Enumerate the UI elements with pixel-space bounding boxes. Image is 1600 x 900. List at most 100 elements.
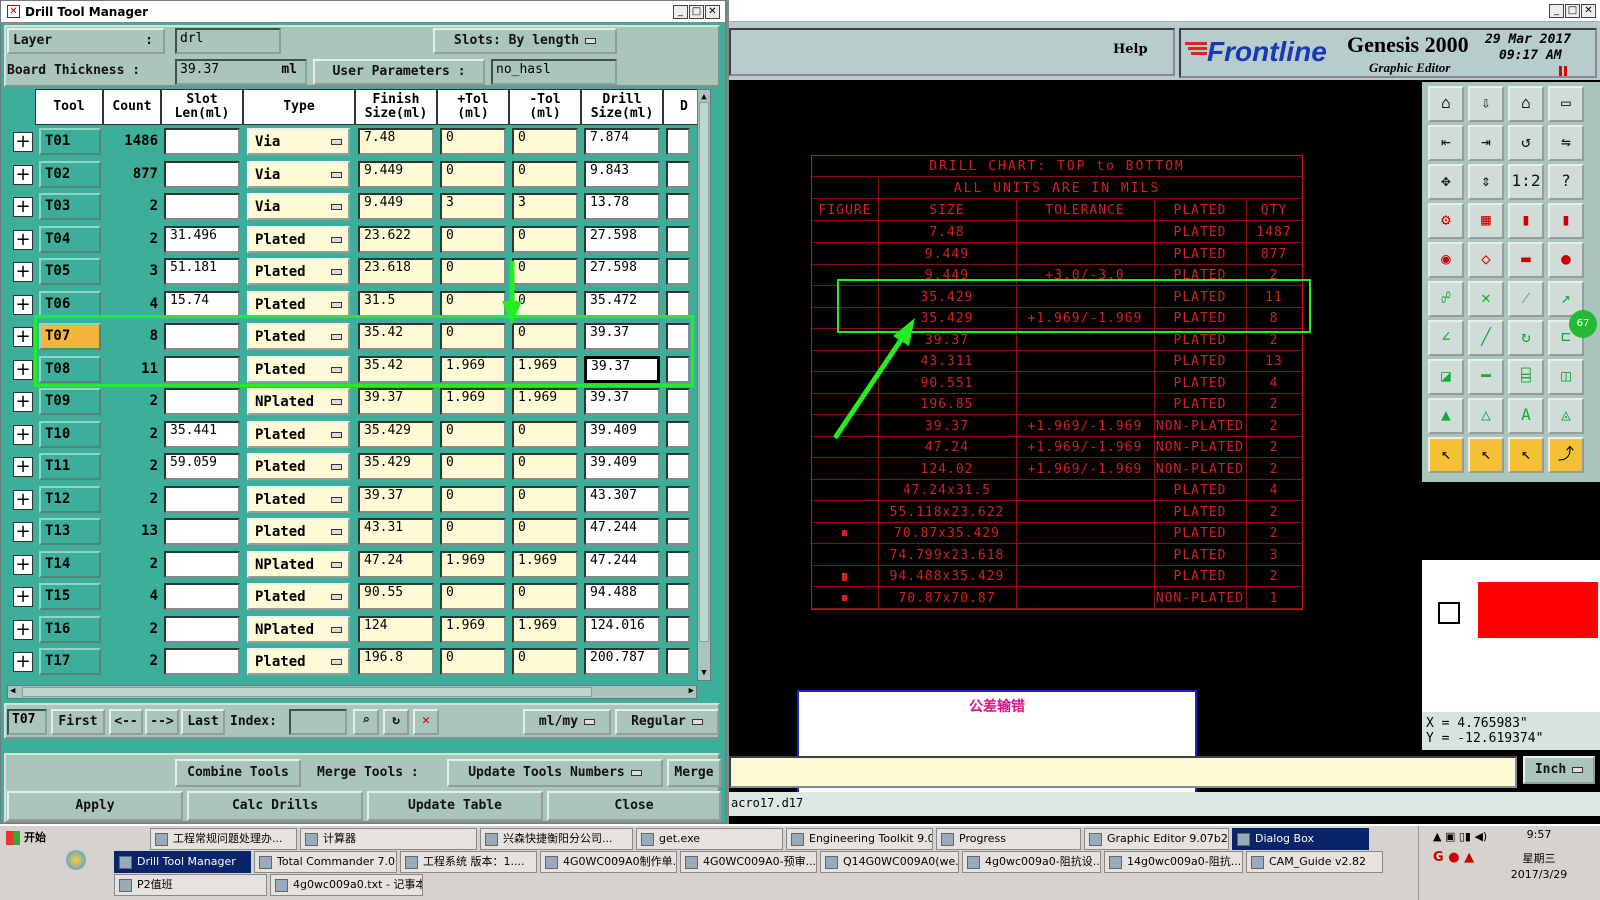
drill-size-input[interactable]: 35.472 (584, 290, 660, 318)
dtm-titlebar[interactable]: ✕ Drill Tool Manager (1, 1, 725, 23)
minus-tol-input[interactable]: 0 (512, 453, 578, 480)
type-dropdown[interactable]: Plated (247, 420, 350, 448)
tool-name[interactable]: T06 (39, 290, 101, 318)
taskbar-item[interactable]: 工程系统 版本：1.... (400, 851, 537, 873)
drill-size-input[interactable]: 27.598 (584, 225, 660, 253)
ge-titlebar[interactable] (729, 0, 1600, 22)
taskbar-item[interactable]: 4g0wc009a0.txt - 记事本 (270, 874, 423, 896)
table-row[interactable]: + T17 2 Plated 196.8 0 0 200.787 (7, 645, 702, 677)
start-button[interactable]: 开始 (4, 828, 56, 848)
prev-button[interactable]: <-- (109, 709, 143, 735)
window-icon[interactable]: ▭ (1548, 86, 1584, 122)
fit-icon[interactable]: ⇋ (1548, 125, 1584, 161)
finish-size-input[interactable]: 9.449 (358, 160, 434, 188)
plus-tol-input[interactable]: 1.969 (440, 615, 506, 643)
grid-icon[interactable]: ▦ (1468, 203, 1504, 239)
table-row[interactable]: + T01 1486 Via 7.48 0 0 7.874 (7, 125, 702, 157)
expand-icon[interactable]: + (13, 392, 33, 412)
quicklaunch-icon[interactable] (66, 850, 86, 870)
snap-icon[interactable]: ↖ (1508, 437, 1544, 473)
d-input[interactable] (666, 648, 690, 675)
d-input[interactable] (666, 193, 690, 220)
delete-icon[interactable]: ✕ (413, 709, 439, 735)
table-row[interactable]: + T16 2 NPlated 124 1.969 1.969 124.016 (7, 613, 702, 645)
units-dropdown[interactable]: ml/my (523, 709, 611, 735)
type-dropdown[interactable]: Plated (247, 258, 350, 285)
unit-dropdown[interactable]: Inch (1523, 756, 1595, 784)
expand-icon[interactable]: + (13, 197, 33, 217)
table-row[interactable]: + T15 4 Plated 90.55 0 0 94.488 (7, 580, 702, 612)
d-input[interactable] (666, 615, 690, 643)
taskbar-item[interactable]: 4g0wc009a0-阻抗设... (962, 851, 1101, 873)
taskbar-item[interactable]: 计算器 (300, 828, 477, 850)
ratio-icon[interactable]: ↺ (1508, 125, 1544, 161)
minus-tol-input[interactable]: 0 (512, 420, 578, 448)
type-dropdown[interactable]: NPlated (247, 388, 350, 415)
plus-tol-input[interactable]: 0 (440, 420, 506, 448)
select-icon[interactable]: ↖ (1468, 437, 1504, 473)
drill-size-input[interactable]: 39.37 (584, 388, 660, 415)
plus-tol-input[interactable]: 0 (440, 485, 506, 513)
plus-tol-input[interactable]: 0 (440, 160, 506, 188)
home-icon[interactable]: ⌂ (1428, 86, 1464, 122)
tool-name[interactable]: T15 (39, 583, 101, 610)
slot-len-input[interactable] (164, 518, 240, 545)
update-table-button[interactable]: Update Table (367, 791, 543, 821)
calc-drills-button[interactable]: Calc Drills (187, 791, 363, 821)
scroll-up-icon[interactable]: ▲ (699, 92, 709, 102)
taskbar-item[interactable]: 14g0wc009a0-阻抗... (1104, 851, 1243, 873)
tool-name[interactable]: T10 (39, 420, 101, 448)
table-row[interactable]: + T14 2 NPlated 47.24 1.969 1.969 47.244 (7, 548, 702, 580)
minus-tol-input[interactable]: 0 (512, 648, 578, 675)
type-dropdown[interactable]: NPlated (247, 550, 350, 578)
layer-input[interactable]: drl (175, 28, 281, 54)
table-row[interactable]: + T13 13 Plated 43.31 0 0 47.244 (7, 515, 702, 547)
tool-name[interactable]: T16 (39, 615, 101, 643)
scale-icon[interactable]: 1:2 (1508, 164, 1544, 200)
expand-icon[interactable]: + (13, 457, 33, 477)
slot-len-input[interactable] (164, 615, 240, 643)
horizontal-scrollbar[interactable]: ◀ ▶ (7, 685, 697, 699)
type-dropdown[interactable]: Plated (247, 648, 350, 675)
plus-tol-input[interactable]: 3 (440, 193, 506, 220)
slot-len-input[interactable]: 35.441 (164, 420, 240, 448)
taskbar-item[interactable]: get.exe (636, 828, 783, 850)
user-params-input[interactable]: no_hasl (491, 59, 617, 85)
expand-icon[interactable]: + (13, 229, 33, 250)
center-icon[interactable]: ✥ (1428, 164, 1464, 200)
expand-icon[interactable]: + (13, 587, 33, 607)
slot-len-input[interactable] (164, 388, 240, 415)
tool-name[interactable]: T02 (39, 160, 101, 188)
ruler-icon[interactable]: ▬ (1508, 242, 1544, 278)
taskbar-item[interactable]: CAM_Guide v2.82 (1246, 851, 1383, 873)
expand-icon[interactable]: + (13, 262, 33, 282)
tool-name[interactable]: T09 (39, 388, 101, 415)
finish-size-input[interactable]: 47.24 (358, 550, 434, 578)
close-window-button[interactable]: ✕ (705, 5, 720, 19)
help-menu[interactable]: Help (1113, 42, 1148, 57)
pointer-icon[interactable]: ↖ (1428, 437, 1464, 473)
maximize-button[interactable]: □ (689, 5, 704, 19)
drill-size-input[interactable]: 200.787 (584, 648, 660, 675)
drill-size-input[interactable]: 94.488 (584, 583, 660, 610)
scroll-left-icon[interactable]: ◀ (10, 686, 15, 696)
drill-size-input[interactable]: 43.307 (584, 485, 660, 513)
table-row[interactable]: + T04 2 31.496 Plated 23.622 0 0 27.598 (7, 223, 702, 255)
net-icon[interactable]: ☍ (1428, 281, 1464, 317)
move-icon[interactable]: ◪ (1428, 359, 1464, 395)
tray-icons[interactable]: ▲ ▣ ▯▮ ◀) (1433, 830, 1487, 843)
user-params-button[interactable]: User Parameters : (313, 59, 485, 85)
ge-maximize-button[interactable]: □ (1565, 4, 1580, 18)
layer-button[interactable]: Layer: (7, 28, 165, 54)
slot-len-input[interactable] (164, 160, 240, 188)
mode-dropdown[interactable]: Regular (615, 709, 719, 735)
slot-len-input[interactable] (164, 550, 240, 578)
tool-name[interactable]: T03 (39, 193, 101, 220)
plus-tol-input[interactable]: 0 (440, 518, 506, 545)
expand-icon[interactable]: + (13, 132, 33, 152)
taskbar-item[interactable]: Dialog Box (1232, 828, 1369, 850)
plus-tol-input[interactable]: 1.969 (440, 550, 506, 578)
table-row[interactable]: + T10 2 35.441 Plated 35.429 0 0 39.409 (7, 418, 702, 450)
drc-icon[interactable]: ◬ (1548, 398, 1584, 434)
drill-size-input[interactable]: 47.244 (584, 550, 660, 578)
